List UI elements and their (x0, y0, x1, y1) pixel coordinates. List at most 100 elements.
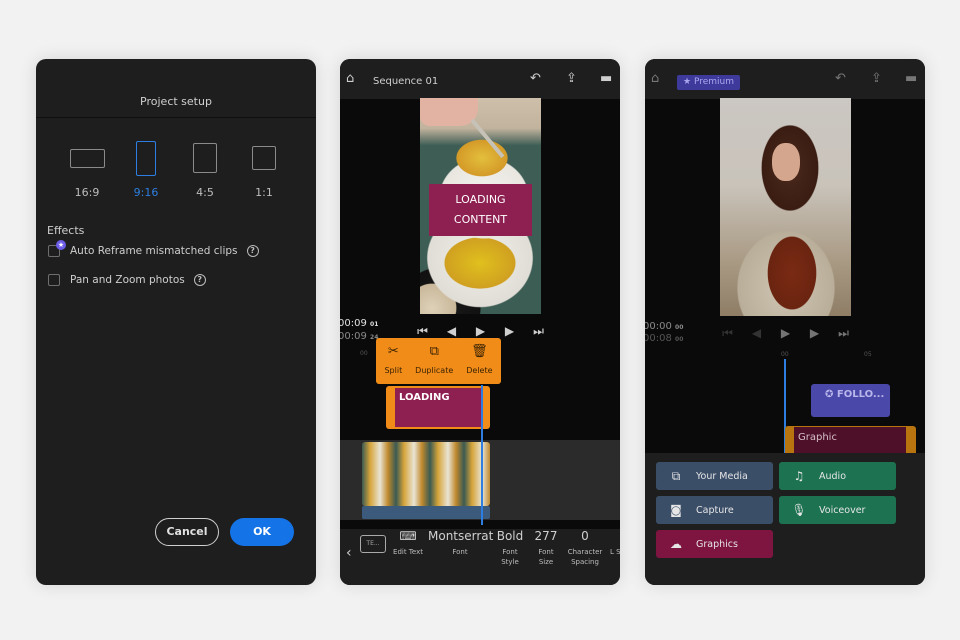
media-icon: ⧉ (671, 468, 681, 483)
preview-image-knife (470, 118, 505, 159)
audio-button[interactable]: ♫ Audio (779, 462, 896, 490)
ok-button[interactable]: OK (230, 518, 294, 546)
ruler-label: 00 (781, 351, 789, 358)
top-bar: ⌂ Sequence 01 ↶ ⇪ ▬ (340, 59, 620, 99)
graphics-icon: ☁ (670, 537, 682, 551)
total-timecode: 00:09 24 (340, 331, 379, 342)
total-timecode: 00:08 00 (645, 333, 684, 344)
divider (36, 117, 316, 118)
graphic-clip-label: Graphic (794, 427, 906, 455)
skip-start-icon[interactable]: ⏮ (713, 326, 742, 341)
aspect-ratio-1-1[interactable]: 1:1 (239, 141, 289, 199)
clip-context-menu: ✂ Split ⧉ Duplicate 🗑 Delete (376, 338, 501, 384)
four-five-frame-icon (193, 143, 217, 173)
auto-reframe-label: Auto Reframe mismatched clips (70, 245, 238, 257)
add-media-menu: ⧉ Your Media ♫ Audio ◙ Capture 🎙 Voiceov… (645, 453, 925, 585)
auto-reframe-option: ★ Auto Reframe mismatched clips ? (48, 240, 259, 257)
font-button[interactable]: Montserrat Font (428, 529, 493, 557)
video-preview[interactable]: LOADING CONTENT (420, 98, 541, 314)
playhead[interactable] (481, 385, 483, 525)
play-icon[interactable]: ▶ (466, 324, 495, 339)
step-forward-icon[interactable]: ▶ (495, 324, 524, 339)
square-frame-icon (252, 146, 276, 170)
duplicate-icon: ⧉ (429, 344, 439, 359)
overlay-line: CONTENT (453, 213, 508, 226)
share-icon[interactable]: ⇪ (871, 72, 882, 86)
aspect-ratio-label: 4:5 (196, 186, 214, 199)
capture-button[interactable]: ◙ Capture (656, 496, 773, 524)
auto-reframe-checkbox[interactable]: ★ (48, 240, 66, 257)
portrait-frame-icon (136, 141, 156, 176)
aspect-ratio-label: 1:1 (255, 186, 273, 199)
text-properties-toolbar: ‹ TE... ⌨ Edit Text Montserrat Font Bold… (340, 529, 620, 585)
step-forward-icon[interactable]: ▶ (800, 326, 829, 341)
follow-sticker-clip[interactable]: ✪ FOLLO... (811, 384, 890, 417)
title-clip-label: LOADING (395, 388, 481, 427)
video-preview[interactable] (720, 98, 851, 316)
premium-badge[interactable]: ★ Premium (677, 75, 740, 90)
feedback-icon[interactable]: ▬ (600, 72, 612, 86)
home-icon[interactable]: ⌂ (651, 72, 659, 86)
camera-icon: ◙ (670, 503, 682, 517)
aspect-ratio-label: 9:16 (133, 186, 159, 199)
effects-heading: Effects (47, 224, 85, 237)
overlay-line: LOADING (455, 193, 506, 206)
pan-zoom-option: Pan and Zoom photos ? (48, 274, 206, 286)
skip-end-icon[interactable]: ⏭ (524, 324, 553, 339)
share-icon[interactable]: ⇪ (566, 72, 577, 86)
help-icon[interactable]: ? (193, 274, 206, 286)
voiceover-button[interactable]: 🎙 Voiceover (779, 496, 896, 524)
aspect-ratio-label: 16:9 (74, 186, 100, 199)
font-size-button[interactable]: 277 Font Size (532, 529, 560, 567)
music-note-icon: ♫ (793, 469, 805, 483)
line-spacing-button[interactable]: L Sp (610, 529, 620, 557)
top-bar: ⌂ ★ Premium ↶ ⇪ ▬ (645, 59, 925, 99)
character-spacing-button[interactable]: 0 Character Spacing (566, 529, 604, 567)
graphics-button[interactable]: ☁ Graphics (656, 530, 773, 558)
audio-waveform[interactable] (362, 506, 490, 519)
sequence-editor-panel: ⌂ Sequence 01 ↶ ⇪ ▬ LOADING CONTENT 00:0… (340, 59, 620, 585)
project-setup-panel: Project setup 16:9 9:16 4:5 1:1 Effects … (36, 59, 316, 585)
skip-end-icon[interactable]: ⏭ (829, 326, 858, 341)
cancel-button[interactable]: Cancel (155, 518, 219, 546)
undo-icon[interactable]: ↶ (835, 72, 846, 86)
aspect-ratio-4-5[interactable]: 4:5 (180, 141, 230, 199)
preview-image-person (772, 143, 800, 181)
play-icon[interactable]: ▶ (771, 326, 800, 341)
step-back-icon[interactable]: ◀ (742, 326, 771, 341)
delete-button[interactable]: 🗑 Delete (466, 344, 492, 384)
premium-star-icon: ★ (56, 240, 66, 250)
split-button[interactable]: ✂ Split (384, 344, 402, 384)
sequence-title: Sequence 01 (373, 76, 439, 87)
aspect-ratio-16-9[interactable]: 16:9 (62, 141, 112, 199)
feedback-icon[interactable]: ▬ (905, 72, 917, 86)
aspect-ratio-9-16[interactable]: 9:16 (121, 141, 171, 199)
landscape-frame-icon (69, 149, 105, 168)
edit-text-button[interactable]: ⌨ Edit Text (392, 529, 424, 557)
title-overlay[interactable]: LOADING CONTENT (429, 184, 532, 236)
star-circle-icon: ✪ (825, 389, 834, 400)
text-preset-chip[interactable]: TE... (360, 535, 386, 553)
home-icon[interactable]: ⌂ (346, 72, 354, 86)
pan-zoom-label: Pan and Zoom photos (70, 274, 185, 286)
duplicate-button[interactable]: ⧉ Duplicate (415, 344, 453, 384)
ruler-label: 05 (864, 351, 872, 358)
trash-icon: 🗑 (471, 344, 488, 359)
scissors-icon: ✂ (387, 344, 399, 359)
graphic-clip[interactable]: Graphic (785, 426, 916, 456)
chevron-left-icon[interactable]: ‹ (346, 545, 352, 561)
current-timecode: 00:09 01 (340, 318, 379, 329)
video-clip-thumbnails[interactable] (362, 442, 490, 506)
title-clip[interactable]: LOADING (386, 386, 490, 429)
font-style-button[interactable]: Bold Font Style (495, 529, 525, 567)
transport-controls: ⏮ ◀ ▶ ▶ ⏭ (408, 324, 553, 339)
step-back-icon[interactable]: ◀ (437, 324, 466, 339)
add-media-panel: ⌂ ★ Premium ↶ ⇪ ▬ 00:00 00 00:08 00 ⏮ ◀ … (645, 59, 925, 585)
your-media-button[interactable]: ⧉ Your Media (656, 462, 773, 490)
help-icon[interactable]: ? (246, 245, 259, 257)
pan-zoom-checkbox[interactable] (48, 274, 60, 286)
skip-start-icon[interactable]: ⏮ (408, 324, 437, 339)
transport-controls: ⏮ ◀ ▶ ▶ ⏭ (713, 326, 858, 341)
dialog-title: Project setup (140, 95, 212, 108)
undo-icon[interactable]: ↶ (530, 72, 541, 86)
